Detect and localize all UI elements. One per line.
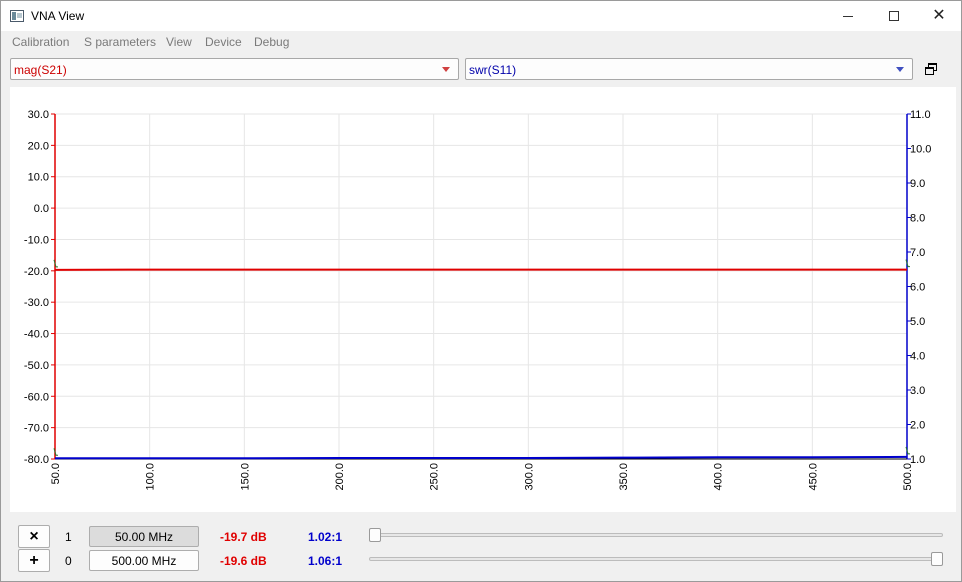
y-right-tick-label: 8.0 bbox=[910, 213, 925, 225]
chevron-down-icon bbox=[442, 67, 450, 72]
y-left-tick-label: -20.0 bbox=[24, 266, 49, 278]
float-window-icon-front bbox=[925, 67, 934, 75]
y-left-tick-label: -10.0 bbox=[24, 234, 49, 246]
y-right-tick-label: 5.0 bbox=[910, 316, 925, 328]
menu-s-parameters[interactable]: S parameters bbox=[84, 35, 156, 49]
slider-groove[interactable] bbox=[369, 557, 943, 561]
y-right-tick-label: 2.0 bbox=[910, 420, 925, 432]
left-trace-select[interactable]: mag(S21) bbox=[10, 58, 459, 80]
left-trace-value: mag(S21) bbox=[14, 63, 67, 77]
x-tick-label: 200.0 bbox=[334, 463, 346, 491]
y-left-tick-label: -30.0 bbox=[24, 297, 49, 309]
x-tick-label: 500.0 bbox=[902, 463, 914, 491]
marker-frequency-field[interactable]: 500.00 MHz bbox=[89, 550, 199, 571]
marker-magnitude: -19.6 dB bbox=[220, 554, 267, 568]
x-tick-label: 150.0 bbox=[239, 463, 251, 491]
plot-canvas[interactable]: 50.0 100.0 150.0 200.0 250.0 300.0 350.0 400.0 4… bbox=[10, 87, 956, 512]
x-tick-label: 100.0 bbox=[145, 463, 157, 491]
y-right-tick-label: 4.0 bbox=[910, 351, 925, 363]
y-right-tick-label: 7.0 bbox=[910, 247, 925, 259]
series-line-swr-s11 bbox=[55, 455, 908, 460]
x-tick-label: 250.0 bbox=[429, 463, 441, 491]
y-left-tick-label: -50.0 bbox=[24, 360, 49, 372]
y-left-tick-label: 30.0 bbox=[28, 109, 49, 121]
close-icon: ✕ bbox=[932, 7, 946, 24]
y-left-tick-label: 10.0 bbox=[28, 172, 49, 184]
x-tick-label: 50.0 bbox=[50, 463, 62, 484]
y-right-tick-label: 3.0 bbox=[910, 385, 925, 397]
right-trace-value: swr(S11) bbox=[469, 63, 517, 77]
y-right-tick-label: 1.0 bbox=[910, 454, 925, 466]
marker-magnitude: -19.7 dB bbox=[220, 530, 267, 544]
right-trace-select[interactable]: swr(S11) bbox=[465, 58, 913, 80]
menu-device[interactable]: Device bbox=[205, 35, 242, 49]
y-right-tick-label: 11.0 bbox=[910, 109, 931, 121]
x-tick-label: 450.0 bbox=[807, 463, 819, 491]
chevron-down-icon bbox=[896, 67, 904, 72]
y-right-tick-label: 10.0 bbox=[910, 144, 931, 156]
title-bar: VNA View ✕ bbox=[1, 1, 961, 31]
trace-toolbar: mag(S21) swr(S11) bbox=[1, 55, 961, 85]
marker-index: 1 bbox=[65, 530, 72, 544]
slider-handle[interactable] bbox=[931, 552, 943, 566]
maximize-icon bbox=[889, 11, 899, 21]
y-left-tick-label: 20.0 bbox=[28, 140, 49, 152]
close-window-button[interactable]: ✕ bbox=[916, 1, 962, 31]
vna-view-window: VNA View ✕ Calibration S parameters View… bbox=[0, 0, 962, 582]
x-tick-label: 300.0 bbox=[523, 463, 535, 491]
remove-marker-button[interactable]: × bbox=[18, 525, 50, 548]
marker-position-slider[interactable] bbox=[369, 552, 943, 566]
add-marker-button[interactable]: + bbox=[18, 549, 50, 572]
marker-index: 0 bbox=[65, 554, 72, 568]
slider-handle[interactable] bbox=[369, 528, 381, 542]
menu-view[interactable]: View bbox=[166, 35, 192, 49]
minimize-icon bbox=[843, 15, 853, 17]
slider-groove[interactable] bbox=[369, 533, 943, 537]
x-tick-label: 350.0 bbox=[618, 463, 630, 491]
y-left-tick-label: -70.0 bbox=[24, 423, 49, 435]
window-title: VNA View bbox=[31, 9, 85, 23]
marker-swr: 1.02:1 bbox=[308, 530, 343, 544]
y-left-tick-label: -40.0 bbox=[24, 329, 49, 341]
marker-panel: × 1 50.00 MHz -19.7 dB 1.02:1 +0 500.00 MHz -19… bbox=[1, 517, 961, 581]
menu-calibration[interactable]: Calibration bbox=[12, 35, 69, 49]
minimize-button[interactable] bbox=[825, 1, 871, 31]
x-tick-label: 400.0 bbox=[713, 463, 725, 491]
plus-icon: + bbox=[29, 551, 39, 569]
menu-bar: Calibration S parameters View Device Deb… bbox=[1, 31, 961, 53]
plot-area[interactable]: 50.0 100.0 150.0 200.0 250.0 300.0 350.0 400.0 4… bbox=[10, 87, 956, 512]
y-right-tick-label: 6.0 bbox=[910, 282, 925, 294]
marker-swr: 1.06:1 bbox=[308, 554, 343, 568]
app-icon bbox=[10, 10, 24, 22]
y-right-tick-label: 9.0 bbox=[910, 178, 925, 190]
y-left-tick-label: -60.0 bbox=[24, 391, 49, 403]
y-left-tick-label: -80.0 bbox=[24, 454, 49, 466]
marker-frequency-field[interactable]: 50.00 MHz bbox=[89, 526, 199, 547]
close-icon: × bbox=[29, 527, 39, 545]
marker-position-slider[interactable] bbox=[369, 528, 943, 542]
menu-debug[interactable]: Debug bbox=[254, 35, 289, 49]
maximize-button[interactable] bbox=[871, 1, 917, 31]
y-left-tick-label: 0.0 bbox=[34, 203, 49, 215]
float-window-button[interactable] bbox=[925, 63, 939, 77]
